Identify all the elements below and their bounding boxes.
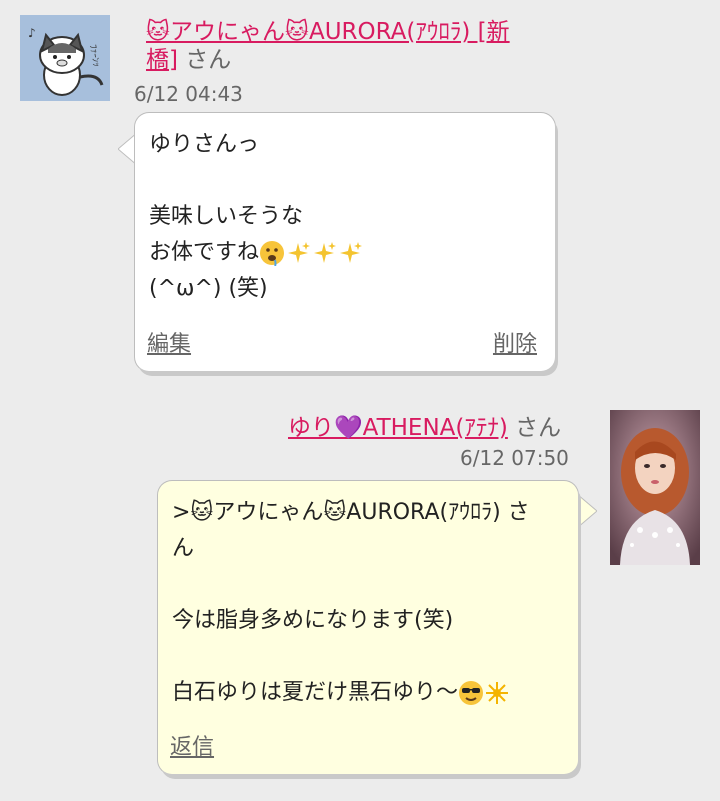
message-body-2: >🐱アウにゃん🐱AURORA(ｱｳﾛﾗ) さん 今は脂身多めになります(笑) 白…	[172, 495, 564, 711]
profile-photo-icon	[610, 410, 700, 565]
honorific-1: さん	[185, 47, 232, 73]
message-line: ん	[172, 536, 195, 561]
message-line: (^ω^) (笑)	[149, 276, 268, 301]
message-line: お体ですね	[149, 235, 541, 271]
message-line	[172, 639, 564, 675]
sparkles-icon	[288, 242, 311, 263]
cat-illustration-icon: ﾌｧｰﾝｯ ♪	[20, 15, 110, 101]
message-line	[149, 163, 541, 199]
sunglasses-face-icon	[459, 681, 484, 705]
message-actions-1: 編集 削除	[147, 327, 537, 363]
drooling-face-icon	[260, 241, 285, 266]
sparkles-icon	[314, 242, 337, 263]
delete-button[interactable]: 削除	[493, 327, 537, 363]
message-bubble-1: ゆりさんっ 美味しいそうな お体ですね (^ω^) (笑) 編集 削除	[135, 113, 555, 371]
message-line: 今は脂身多めになります(笑)	[172, 608, 454, 633]
sender-name-1: 🐱アウにゃん🐱AURORA(ｱｳﾛﾗ) [新橋] さん	[146, 18, 526, 74]
svg-text:♪: ♪	[28, 26, 36, 40]
reply-button[interactable]: 返信	[170, 735, 214, 760]
message-line	[172, 567, 564, 603]
timestamp-2: 6/12 07:50	[460, 446, 569, 470]
sparkles-icon	[340, 242, 363, 263]
message-line: 美味しいそうな	[149, 204, 304, 229]
message-actions-2: 返信	[170, 730, 560, 766]
message-line-text: お体ですね	[149, 240, 260, 265]
message-line: ゆりさんっ	[149, 132, 260, 157]
avatar-sender-2[interactable]	[610, 410, 700, 565]
honorific-2: さん	[515, 415, 562, 441]
message-body-1: ゆりさんっ 美味しいそうな お体ですね (^ω^) (笑)	[149, 127, 541, 307]
edit-button[interactable]: 編集	[147, 332, 191, 357]
message-line: >🐱アウにゃん🐱AURORA(ｱｳﾛﾗ) さ	[172, 500, 530, 525]
bubble-tail-2	[575, 494, 597, 528]
message-line-text: 白石ゆりは夏だけ黒石ゆり〜	[172, 680, 459, 705]
message-bubble-2: >🐱アウにゃん🐱AURORA(ｱｳﾛﾗ) さん 今は脂身多めになります(笑) 白…	[158, 481, 578, 774]
sender-name-2: ゆり💜ATHENA(ｱﾃﾅ) さん	[288, 414, 588, 442]
sender-link-2[interactable]: ゆり💜ATHENA(ｱﾃﾅ)	[288, 415, 508, 441]
avatar-sender-1[interactable]: ﾌｧｰﾝｯ ♪	[20, 15, 110, 101]
sparkle-burst-icon	[486, 682, 509, 704]
message-line: 白石ゆりは夏だけ黒石ゆり〜	[172, 675, 564, 711]
timestamp-1: 6/12 04:43	[134, 82, 243, 106]
